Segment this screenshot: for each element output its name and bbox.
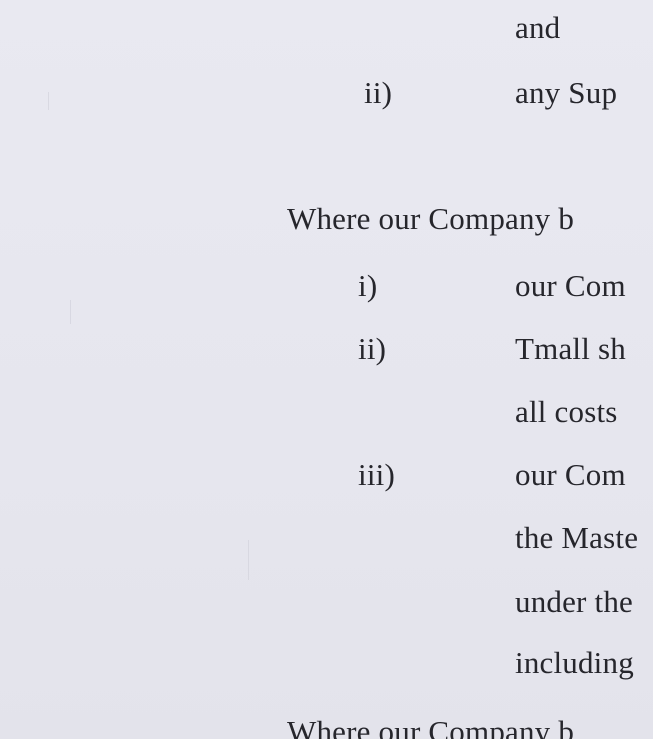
item-text-our-company-2: our Com — [515, 457, 626, 492]
item-text-tmall: Tmall sh — [515, 331, 626, 366]
text-and: and — [515, 10, 561, 45]
item-text-any-supply: any Sup — [515, 75, 618, 110]
item-marker-ii: ii) — [364, 75, 393, 110]
item-text-under-the: under the — [515, 584, 634, 619]
item-text-including: including — [515, 645, 634, 680]
paper-speck — [248, 540, 249, 580]
paragraph-where-our-company: Where our Company b — [287, 201, 575, 236]
item-marker-i: i) — [358, 268, 378, 303]
item-text-the-master: the Maste — [515, 520, 639, 555]
paper-speck — [48, 92, 49, 110]
item-marker-ii-2: ii) — [358, 331, 387, 366]
paragraph-where-our-company-2: Where our Company b — [287, 714, 575, 739]
document-page: and ii) any Sup Where our Company b i) o… — [0, 0, 653, 739]
item-marker-iii: iii) — [358, 457, 395, 492]
item-text-all-costs: all costs — [515, 394, 618, 429]
paper-speck — [70, 300, 71, 324]
item-text-our-company-1: our Com — [515, 268, 626, 303]
